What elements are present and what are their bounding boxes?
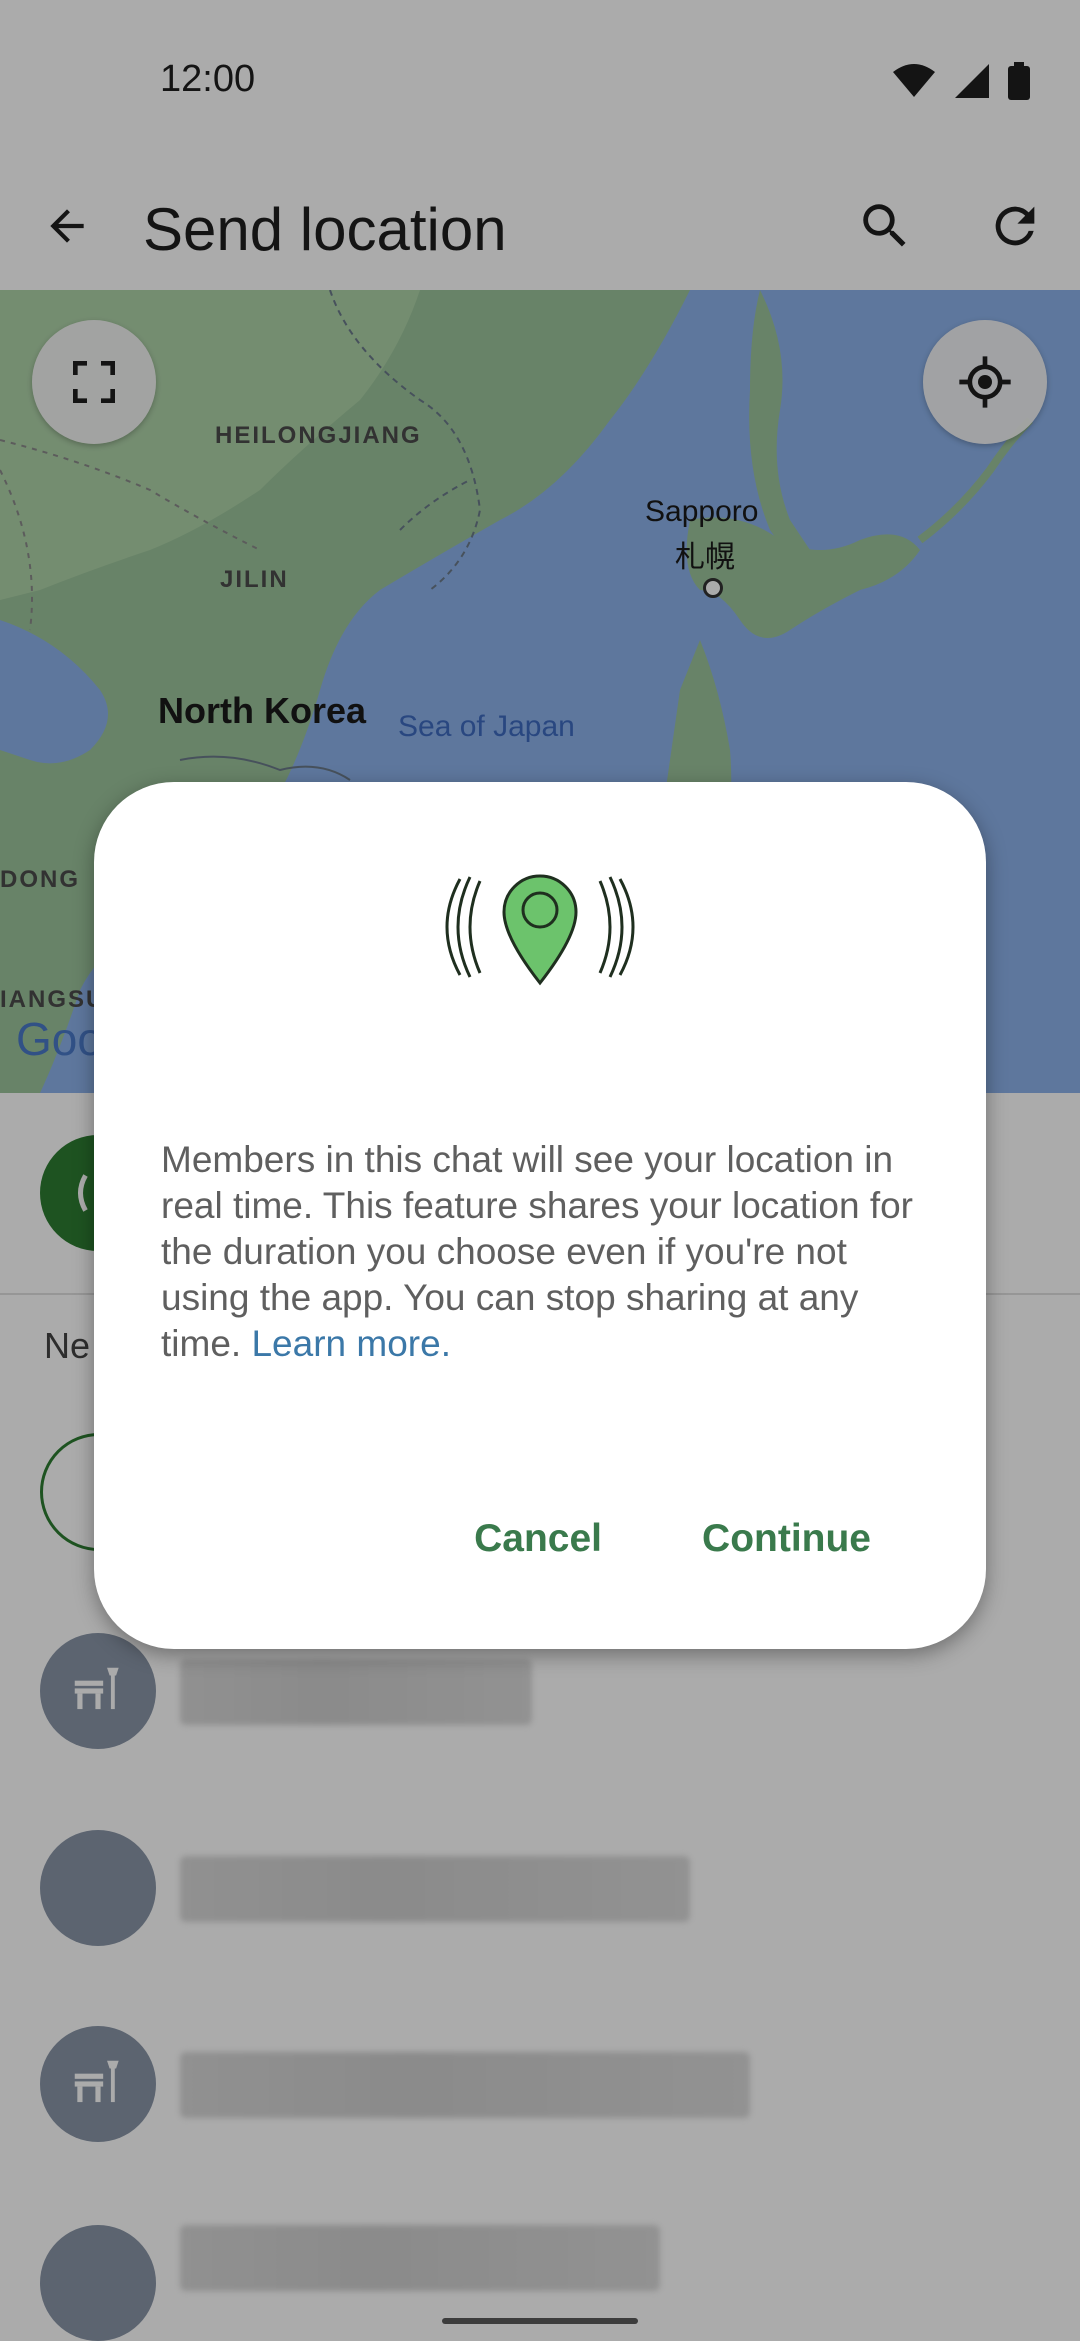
learn-more-link[interactable]: Learn more bbox=[251, 1323, 440, 1364]
live-location-pin-icon bbox=[445, 874, 635, 986]
continue-button[interactable]: Continue bbox=[702, 1517, 871, 1561]
learn-more-suffix: . bbox=[440, 1323, 451, 1364]
dialog-message: Members in this chat will see your locat… bbox=[161, 1137, 931, 1367]
cancel-button[interactable]: Cancel bbox=[474, 1517, 602, 1561]
live-location-dialog: Members in this chat will see your locat… bbox=[94, 782, 986, 1649]
dialog-actions: Cancel Continue bbox=[474, 1517, 871, 1561]
screen: 12:00 Send location HEILONGJIANG JILIN N… bbox=[0, 0, 1080, 2341]
gesture-nav-handle[interactable] bbox=[442, 2318, 638, 2324]
